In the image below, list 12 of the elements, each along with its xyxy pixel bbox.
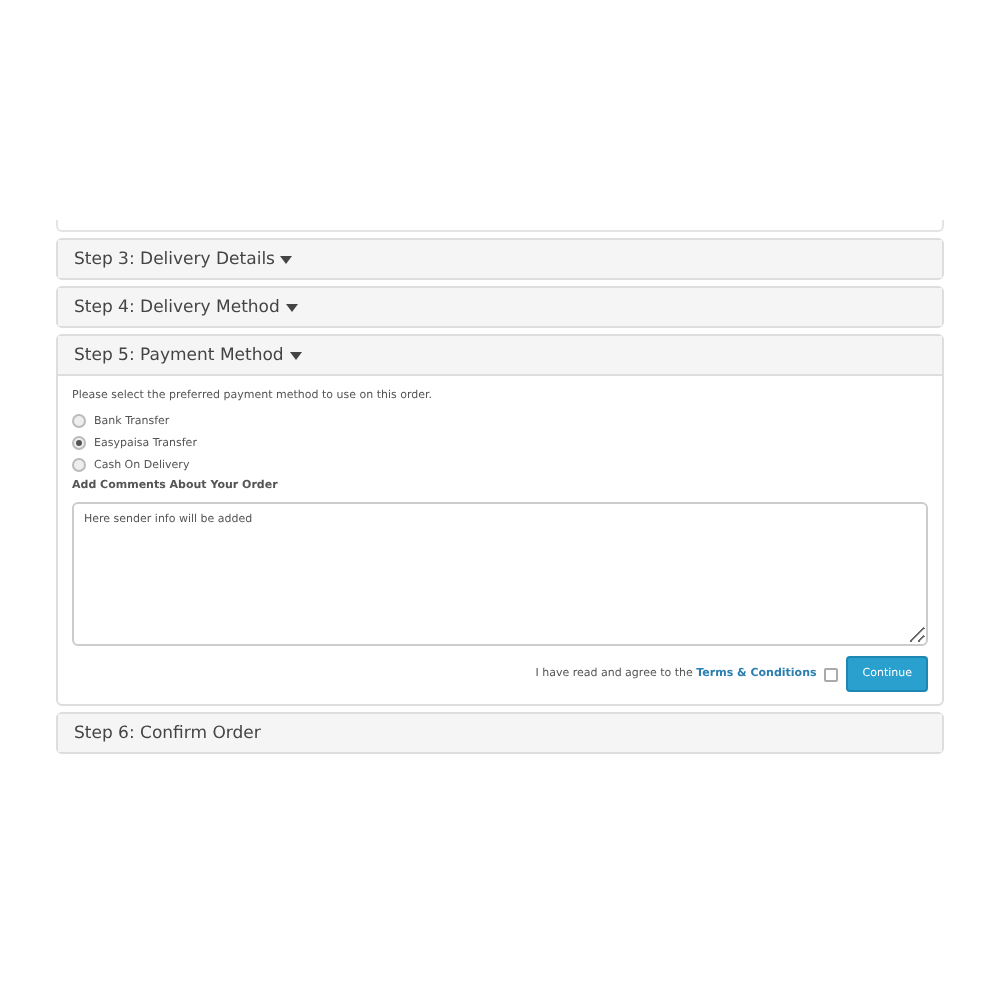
radio-button[interactable]: [72, 414, 86, 428]
panel-header[interactable]: Step 5: Payment Method: [58, 336, 942, 376]
panel-header[interactable]: Step 4: Delivery Method: [58, 288, 942, 326]
radio-button[interactable]: [72, 458, 86, 472]
agree-checkbox[interactable]: [824, 667, 839, 681]
panel-title: Step 3: Delivery Details: [74, 249, 275, 269]
panel-title: Step 4: Delivery Method: [74, 297, 280, 317]
panel-header[interactable]: Step 6: Confirm Order: [58, 714, 942, 752]
panel-header[interactable]: Step 3: Delivery Details: [58, 240, 942, 278]
panel-title: Step 6: Confirm Order: [74, 723, 261, 743]
panel-title: Step 5: Payment Method: [74, 345, 284, 365]
radio-button[interactable]: [72, 436, 86, 450]
